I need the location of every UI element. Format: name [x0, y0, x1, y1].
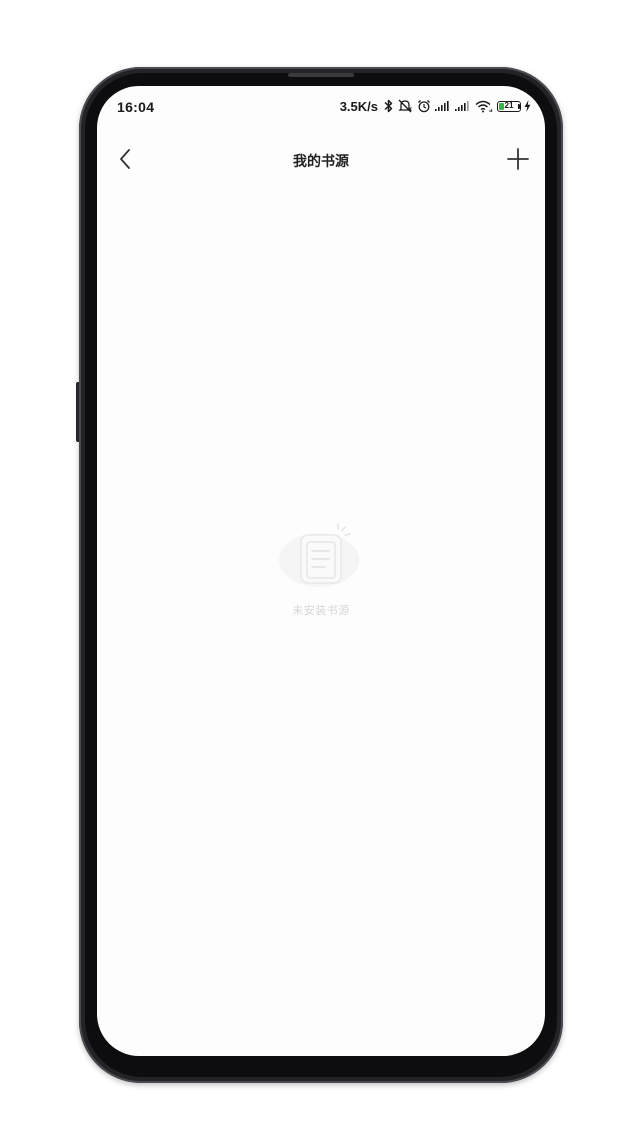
battery-fill: [499, 102, 504, 110]
signal-icon: [455, 98, 471, 114]
alarm-icon: [417, 98, 431, 114]
status-time: 16:04: [117, 99, 155, 115]
status-icons: 3.5K/s 21: [340, 97, 531, 115]
status-bar: 16:04 3.5K/s 21: [97, 86, 545, 126]
add-source-button[interactable]: [505, 146, 531, 172]
battery-icon: 21: [497, 98, 521, 114]
document-icon: [279, 523, 359, 587]
page-title: 我的书源: [293, 153, 349, 169]
signal-icon: [435, 98, 451, 114]
app-navbar: 我的书源: [97, 138, 545, 182]
network-speed: 3.5K/s: [339, 98, 378, 114]
earpiece-speaker: [288, 73, 354, 77]
empty-state: 未安装书源: [97, 522, 545, 618]
stage: 16:04 3.5K/s 21 我的书源 未安装书源: [0, 0, 640, 1147]
plus-icon: [507, 148, 529, 170]
wifi-icon: [475, 98, 493, 114]
empty-state-message: 未安装书源: [292, 605, 350, 617]
charging-icon: [524, 98, 531, 114]
mute-icon: [397, 98, 413, 114]
battery-level: 21: [504, 101, 514, 110]
phone-screen: 16:04 3.5K/s 21 我的书源 未安装书源: [97, 86, 545, 1056]
bluetooth-icon: [384, 98, 393, 114]
